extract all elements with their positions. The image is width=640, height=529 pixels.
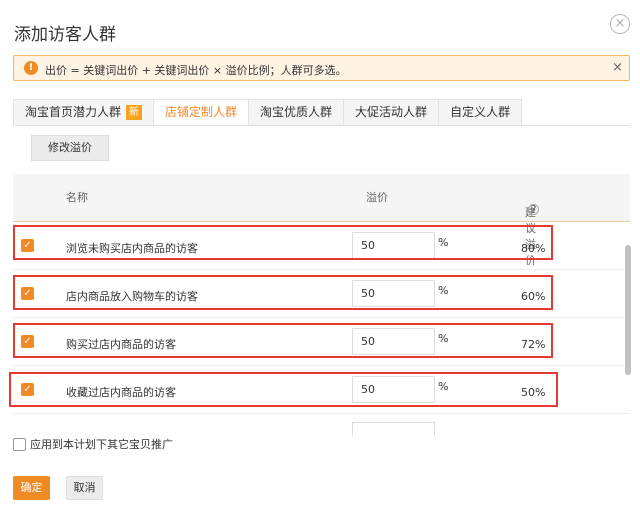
tab-label: 店铺定制人群 — [165, 105, 238, 119]
audience-name: 店内商品放入购物车的访客 — [66, 290, 198, 303]
tab-store-custom[interactable]: 店铺定制人群 — [153, 99, 250, 126]
row-checkbox[interactable]: ✓ — [21, 287, 34, 300]
row-checkbox[interactable]: ✓ — [21, 239, 34, 252]
edit-premium-button[interactable]: 修改溢价 — [31, 135, 109, 161]
premium-input-partial — [352, 422, 435, 436]
premium-input[interactable] — [352, 376, 435, 403]
table-row-partial — [13, 414, 630, 436]
table-row: ✓ 购买过店内商品的访客 % 72% — [13, 318, 630, 366]
suggested-premium: 60% — [521, 290, 546, 303]
table-row: ✓ 浏览未购买店内商品的访客 % 80% — [13, 222, 630, 270]
header-premium: 溢价 — [366, 191, 388, 204]
table-scrollbar[interactable] — [625, 245, 631, 375]
row-checkbox[interactable]: ✓ — [21, 383, 34, 396]
percent-unit: % — [438, 236, 449, 249]
notice-close-icon[interactable]: × — [612, 60, 623, 75]
percent-unit: % — [438, 284, 449, 297]
percent-unit: % — [438, 332, 449, 345]
row-checkbox[interactable]: ✓ — [21, 335, 34, 348]
suggested-premium: 80% — [521, 242, 546, 255]
apply-all-label: 应用到本计划下其它宝贝推广 — [30, 438, 173, 451]
dialog-title: 添加访客人群 — [14, 25, 116, 45]
premium-input[interactable] — [352, 232, 435, 259]
tab-panel: 修改溢价 名称 溢价 建议溢价? ✓ 浏览未购买店内商品的访客 % 80% ✓ … — [13, 125, 630, 436]
cancel-button[interactable]: 取消 — [66, 476, 103, 500]
confirm-button[interactable]: 确定 — [13, 476, 50, 500]
table-row: ✓ 收藏过店内商品的访客 % 50% — [13, 366, 630, 414]
percent-unit: % — [438, 380, 449, 393]
tab-promotion-audience[interactable]: 大促活动人群 — [343, 99, 440, 126]
audience-name: 浏览未购买店内商品的访客 — [66, 242, 198, 255]
close-icon: × — [614, 16, 626, 31]
notice-banner: ! 出价 = 关键词出价 + 关键词出价 × 溢价比例；人群可多选。 × — [13, 55, 630, 81]
new-badge: 新 — [126, 105, 143, 120]
audience-name: 收藏过店内商品的访客 — [66, 386, 176, 399]
table-header: 名称 溢价 建议溢价? — [13, 174, 630, 267]
tab-quality-audience[interactable]: 淘宝优质人群 — [248, 99, 345, 126]
tab-label: 自定义人群 — [450, 105, 511, 119]
audience-tabs: 淘宝首页潜力人群新 店铺定制人群 淘宝优质人群 大促活动人群 自定义人群 — [13, 99, 523, 126]
apply-all-checkbox[interactable] — [13, 437, 26, 451]
premium-input[interactable] — [352, 280, 435, 307]
suggested-premium: 50% — [521, 386, 546, 399]
tab-label: 淘宝首页潜力人群 — [25, 105, 122, 119]
notice-text: 出价 = 关键词出价 + 关键词出价 × 溢价比例；人群可多选。 — [45, 64, 347, 77]
tab-label: 大促活动人群 — [355, 105, 428, 119]
premium-input[interactable] — [352, 328, 435, 355]
tab-custom-audience[interactable]: 自定义人群 — [438, 99, 523, 126]
close-dialog-button[interactable]: × — [610, 14, 630, 34]
suggested-premium: 72% — [521, 338, 546, 351]
tab-label: 淘宝优质人群 — [260, 105, 333, 119]
help-icon[interactable]: ? — [528, 204, 539, 215]
warning-icon: ! — [24, 61, 38, 75]
apply-all-option[interactable]: 应用到本计划下其它宝贝推广 — [13, 436, 173, 452]
audience-name: 购买过店内商品的访客 — [66, 338, 176, 351]
header-name: 名称 — [66, 191, 88, 204]
table-row: ✓ 店内商品放入购物车的访客 % 60% — [13, 270, 630, 318]
tab-homepage-potential[interactable]: 淘宝首页潜力人群新 — [13, 99, 155, 126]
